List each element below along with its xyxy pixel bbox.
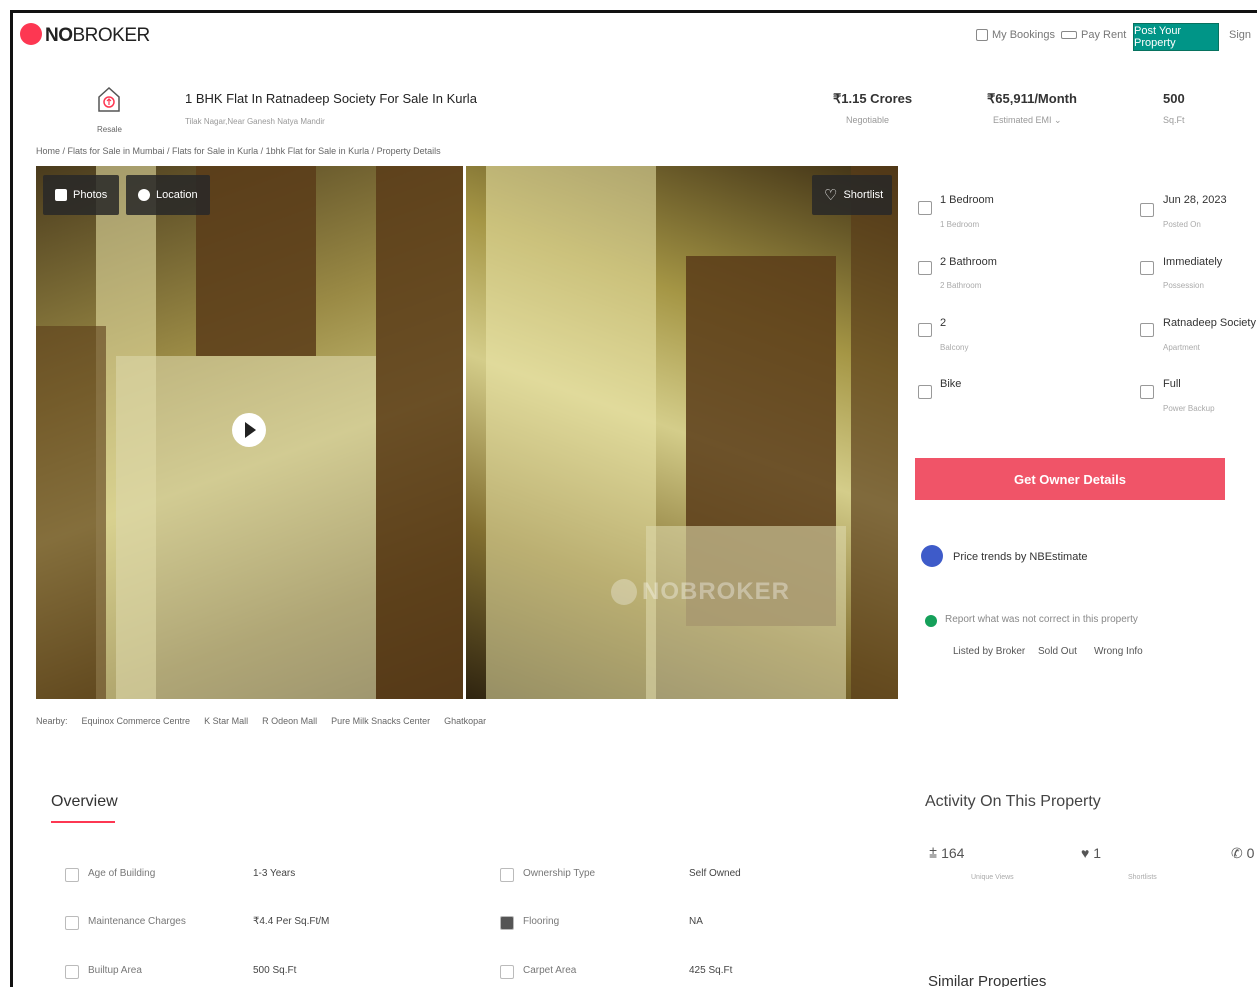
- overview-value: ₹4.4 Per Sq.Ft/M: [253, 916, 330, 927]
- power-backup-icon: [1140, 385, 1154, 399]
- photos-button[interactable]: Photos: [43, 175, 120, 215]
- feature-posted-on: Jun 28, 2023: [1163, 194, 1227, 206]
- feature-bathroom: 2 Bathroom: [940, 256, 997, 268]
- key-icon: [1140, 261, 1154, 275]
- shortlist-button[interactable]: ♡ Shortlist: [812, 175, 892, 215]
- watermark: NOBROKER: [642, 578, 791, 605]
- pay-rent-link[interactable]: Pay Rent: [1061, 29, 1126, 41]
- price-note: Negotiable: [846, 115, 890, 125]
- get-owner-details-button[interactable]: Get Owner Details: [915, 458, 1225, 500]
- overview-label: Maintenance Charges: [88, 916, 186, 927]
- overview-value: NA: [689, 916, 703, 927]
- bookings-icon: [976, 29, 988, 41]
- overview-label: Carpet Area: [523, 965, 577, 976]
- carpet-area-icon: [500, 965, 514, 979]
- report-sold-out[interactable]: Sold Out: [1038, 646, 1077, 657]
- feature-bedroom: 1 Bedroom: [940, 194, 994, 206]
- feature-posted-on-label: Posted On: [1163, 220, 1201, 229]
- feature-society: Ratnadeep Society: [1163, 317, 1256, 329]
- calendar-icon: [1140, 203, 1154, 217]
- feature-bathroom-label: 2 Bathroom: [940, 281, 982, 290]
- logo-mark: [20, 23, 42, 45]
- feature-bedroom-label: 1 Bedroom: [940, 220, 980, 229]
- overview-tab-underline: [51, 821, 115, 823]
- heart-icon: ♥: [1081, 845, 1094, 861]
- page-title: 1 BHK Flat In Ratnadeep Society For Sale…: [185, 91, 477, 106]
- nearby-item[interactable]: Pure Milk Snacks Center: [331, 716, 430, 726]
- overview-value: 500 Sq.Ft: [253, 965, 297, 976]
- shortlists-count: ♥ 1: [1081, 845, 1101, 861]
- shortlists-label: Shortlists: [1128, 874, 1157, 881]
- maintenance-icon: [65, 916, 79, 930]
- ownership-icon: [500, 868, 514, 882]
- logo[interactable]: NOBROKER: [45, 25, 150, 47]
- emi: ₹65,911/Month: [987, 91, 1077, 106]
- resale-house-icon: [98, 86, 120, 112]
- contacts-count: ✆ 0: [1231, 845, 1255, 861]
- building-age-icon: [65, 868, 79, 882]
- feature-power-backup-label: Power Backup: [1163, 404, 1215, 413]
- builtup-area-icon: [65, 965, 79, 979]
- listing-address: Tilak Nagar,Near Ganesh Natya Mandir: [185, 117, 325, 126]
- overview-label: Age of Building: [88, 868, 156, 879]
- balcony-icon: [918, 323, 932, 337]
- nobroker-watermark-icon: [611, 579, 637, 605]
- card-icon: [1061, 31, 1077, 39]
- overview-tab[interactable]: Overview: [51, 793, 118, 811]
- nearby-item[interactable]: K Star Mall: [204, 716, 248, 726]
- building-icon: [1140, 323, 1154, 337]
- feature-society-label: Apartment: [1163, 343, 1200, 352]
- area: 500: [1163, 91, 1185, 106]
- unique-views-count: ⩲ 164: [929, 845, 965, 861]
- feature-possession: Immediately: [1163, 256, 1223, 268]
- nearby-item[interactable]: R Odeon Mall: [262, 716, 317, 726]
- overview-value: 1-3 Years: [253, 868, 296, 879]
- report-wrong-info[interactable]: Wrong Info: [1094, 646, 1143, 657]
- bed-icon: [918, 201, 932, 215]
- property-photo-main[interactable]: Photos Location: [36, 166, 463, 699]
- resale-label: Resale: [97, 125, 122, 134]
- property-photo-secondary[interactable]: NOBROKER ♡ Shortlist: [466, 166, 898, 699]
- unique-views-label: Unique Views: [971, 874, 1014, 881]
- price: ₹1.15 Crores: [833, 91, 913, 106]
- my-bookings-link[interactable]: My Bookings: [976, 29, 1055, 41]
- overview-value: 425 Sq.Ft: [689, 965, 733, 976]
- price-trend-icon: [921, 545, 943, 567]
- feature-balcony-label: Balcony: [940, 343, 969, 352]
- sign-up-link[interactable]: Sign: [1229, 29, 1251, 41]
- similar-properties-title: Similar Properties: [928, 973, 1047, 987]
- activity-title: Activity On This Property: [925, 793, 1101, 810]
- area-unit: Sq.Ft: [1163, 115, 1185, 125]
- contact-icon: ✆: [1231, 845, 1247, 861]
- report-listed-by-broker[interactable]: Listed by Broker: [953, 646, 1025, 657]
- nearby-item[interactable]: Ghatkopar: [444, 716, 486, 726]
- breadcrumb[interactable]: Home / Flats for Sale in Mumbai / Flats …: [36, 146, 441, 156]
- post-property-button[interactable]: Post Your Property: [1133, 23, 1219, 51]
- feature-balcony: 2: [940, 317, 947, 329]
- heart-icon: ♡: [824, 187, 838, 204]
- parking-icon: [918, 385, 932, 399]
- location-button[interactable]: Location: [126, 175, 210, 215]
- feature-parking: Bike: [940, 378, 962, 390]
- info-icon: [925, 615, 937, 627]
- flooring-icon: [500, 916, 514, 930]
- price-trends-link[interactable]: Price trends by NBEstimate: [953, 551, 1088, 563]
- feature-power-backup: Full: [1163, 378, 1181, 390]
- nearby-item[interactable]: Equinox Commerce Centre: [82, 716, 191, 726]
- emi-dropdown[interactable]: Estimated EMI ⌄: [993, 115, 1062, 126]
- camera-icon: [55, 189, 67, 201]
- bath-icon: [918, 261, 932, 275]
- overview-value: Self Owned: [689, 868, 741, 879]
- compass-icon: [138, 189, 150, 201]
- nearby-list: Nearby: Equinox Commerce Centre K Star M…: [36, 716, 487, 726]
- overview-label: Builtup Area: [88, 965, 142, 976]
- feature-possession-label: Possession: [1163, 281, 1204, 290]
- page-frame: NOBROKER My Bookings Pay Rent Post Your …: [10, 10, 1257, 987]
- overview-label: Flooring: [523, 916, 560, 927]
- overview-label: Ownership Type: [523, 868, 596, 879]
- report-text: Report what was not correct in this prop…: [945, 614, 1138, 625]
- play-video-icon[interactable]: [232, 413, 266, 447]
- user-icon: ⩲: [929, 845, 942, 861]
